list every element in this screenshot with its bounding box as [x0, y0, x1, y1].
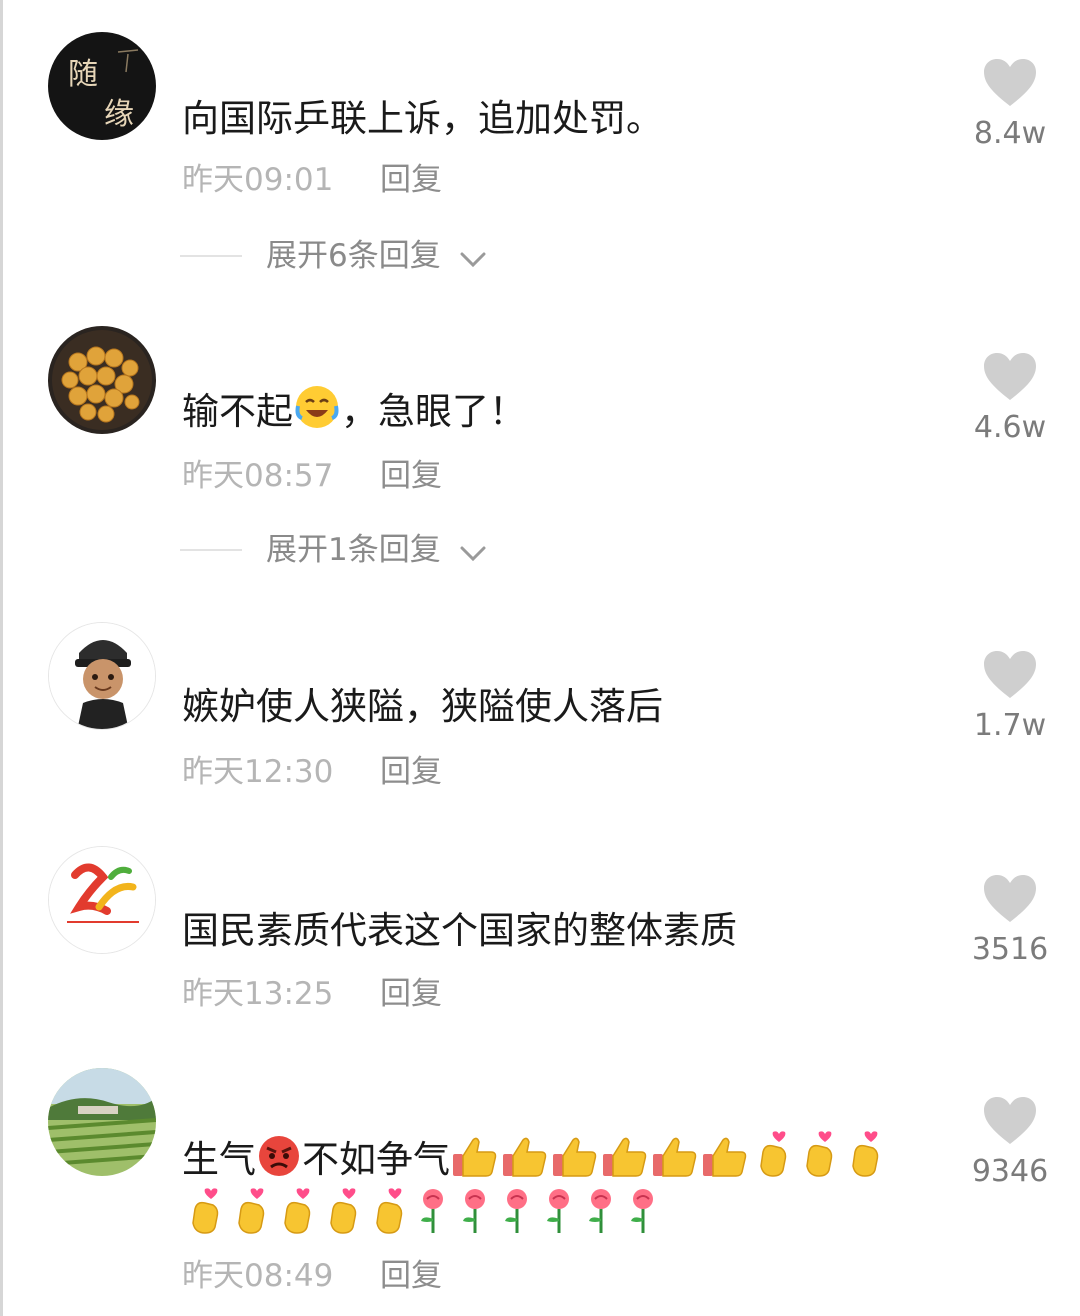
finger-heart-emoji [275, 1187, 319, 1235]
angry-face-emoji [257, 1134, 301, 1178]
avatar[interactable] [48, 326, 156, 434]
comment-text-part: 不如争气 [302, 1138, 450, 1181]
finger-heart-emoji [843, 1130, 887, 1178]
finger-heart-emoji [751, 1130, 795, 1178]
page-edge [0, 0, 3, 1316]
finger-heart-emoji [321, 1187, 365, 1235]
expand-replies-label: 展开6条回复 [266, 238, 441, 274]
rose-emoji [455, 1187, 495, 1235]
comment-text: 输不起 ，急眼了！ [182, 384, 922, 439]
comment-text-part: 向国际乒联上诉，追加处罚。 [182, 97, 663, 140]
expand-replies-label: 展开1条回复 [266, 532, 441, 568]
rose-emoji [497, 1187, 537, 1235]
comment-meta: 昨天09:01 回复 [182, 160, 442, 200]
like-count: 3516 [971, 932, 1049, 967]
chevron-down-icon [458, 536, 488, 576]
comment-time: 昨天08:57 [182, 458, 334, 494]
thumbs-up-emoji [651, 1134, 699, 1178]
comment-text: 向国际乒联上诉，追加处罚。 [182, 92, 922, 146]
finger-heart-emoji [183, 1187, 227, 1235]
comment-time: 昨天09:01 [182, 162, 334, 198]
comment-time: 昨天12:30 [182, 754, 334, 790]
chevron-down-icon [458, 242, 488, 282]
finger-heart-group [182, 1188, 412, 1238]
thumbs-up-emoji [701, 1134, 749, 1178]
avatar[interactable]: 随 缘 [48, 32, 156, 140]
rose-group [412, 1189, 664, 1238]
avatar[interactable] [48, 846, 156, 954]
rose-emoji [539, 1187, 579, 1235]
thumbs-up-emoji [551, 1134, 599, 1178]
thumbs-up-emoji [451, 1134, 499, 1178]
finger-heart-emoji [367, 1187, 411, 1235]
comment-meta: 昨天13:25 回复 [182, 974, 442, 1014]
comment-time: 昨天13:25 [182, 976, 334, 1012]
comment-meta: 昨天08:57 回复 [182, 456, 442, 496]
reply-button[interactable]: 回复 [380, 160, 442, 200]
avatar-text-1: 随 [68, 57, 98, 92]
rose-emoji [413, 1187, 453, 1235]
reply-button[interactable]: 回复 [380, 1256, 442, 1296]
like-count: 4.6w [973, 410, 1047, 445]
comment-text-part: 国民素质代表这个国家的整体素质 [182, 909, 737, 952]
rose-emoji [581, 1187, 621, 1235]
finger-heart-emoji [797, 1130, 841, 1178]
finger-heart-emoji [229, 1187, 273, 1235]
crying-laughing-emoji [294, 384, 340, 430]
heart-icon [965, 58, 1055, 112]
comment-meta: 昨天08:49 回复 [182, 1256, 442, 1296]
comment-text: 国民素质代表这个国家的整体素质 [182, 904, 922, 958]
avatar[interactable] [48, 622, 156, 730]
comment-text-part: ，急眼了！ [341, 390, 526, 433]
heart-icon [965, 650, 1055, 704]
like-button[interactable]: 9346 [965, 1096, 1055, 1190]
divider [180, 255, 242, 257]
like-button[interactable]: 8.4w [965, 58, 1055, 152]
comment-text-part: 嫉妒使人狭隘，狭隘使人落后 [182, 685, 663, 728]
reply-button[interactable]: 回复 [380, 752, 442, 792]
avatar-text-2: 缘 [104, 97, 134, 132]
comment-text: 嫉妒使人狭隘，狭隘使人落后 [182, 680, 922, 734]
like-count: 1.7w [973, 708, 1047, 743]
like-button[interactable]: 4.6w [965, 352, 1055, 446]
reply-button[interactable]: 回复 [380, 456, 442, 496]
comment-text-part: 输不起 [182, 390, 293, 433]
heart-icon [965, 874, 1055, 928]
divider [180, 549, 242, 551]
comment-meta: 昨天12:30 回复 [182, 752, 442, 792]
comment-text-part: 生气 [182, 1138, 256, 1181]
rose-emoji [623, 1187, 663, 1235]
like-count: 8.4w [973, 116, 1047, 151]
heart-icon [965, 1096, 1055, 1150]
thumbs-up-group [450, 1137, 750, 1181]
like-count: 9346 [971, 1154, 1049, 1189]
thumbs-up-emoji [501, 1134, 549, 1178]
avatar[interactable] [48, 1068, 156, 1176]
reply-button[interactable]: 回复 [380, 974, 442, 1014]
comment-text: 生气 不如争气 [182, 1130, 922, 1244]
thumbs-up-emoji [601, 1134, 649, 1178]
comment-time: 昨天08:49 [182, 1258, 334, 1294]
finger-heart-group [750, 1131, 888, 1181]
heart-icon [965, 352, 1055, 406]
like-button[interactable]: 1.7w [965, 650, 1055, 744]
like-button[interactable]: 3516 [965, 874, 1055, 968]
